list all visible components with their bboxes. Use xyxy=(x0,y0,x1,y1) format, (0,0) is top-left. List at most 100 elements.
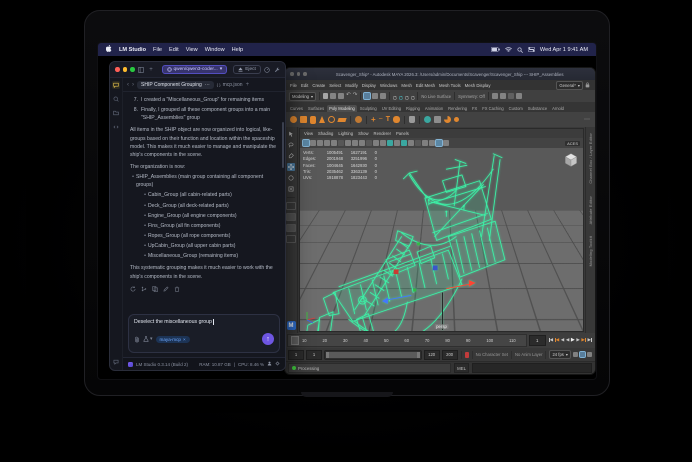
animation-preferences-icon[interactable] xyxy=(587,352,592,357)
panel-menu-item[interactable]: Lighting xyxy=(338,131,353,136)
shelf-tab[interactable]: Sculpting xyxy=(358,105,379,112)
step-forward-frame-button[interactable]: ▶ xyxy=(581,338,586,343)
smooth-shade-icon[interactable] xyxy=(359,140,365,146)
tab-mcp-json[interactable]: { } mcp.json xyxy=(217,82,243,88)
camera-attributes-icon[interactable] xyxy=(317,140,323,146)
close-window-button[interactable] xyxy=(290,72,294,76)
view-cube[interactable] xyxy=(563,152,579,173)
textured-mode-icon[interactable] xyxy=(366,140,372,146)
select-by-object-icon[interactable] xyxy=(364,93,370,99)
snap-to-curve-icon[interactable]: Ω xyxy=(399,94,403,99)
zoom-window-button[interactable] xyxy=(130,67,135,72)
poly-plane-icon[interactable] xyxy=(337,118,346,122)
minimize-window-button[interactable] xyxy=(123,67,128,72)
maya-menu-item[interactable]: Select xyxy=(329,83,341,88)
poly-cube-icon[interactable] xyxy=(300,116,307,123)
zoom-window-button[interactable] xyxy=(303,72,307,76)
tab-forward-icon[interactable]: › xyxy=(132,82,134,88)
previous-key-button[interactable]: ◀ xyxy=(561,338,565,343)
shelf-tab[interactable]: FX Caching xyxy=(480,105,505,112)
shelf-tab[interactable]: Animation xyxy=(423,105,445,112)
select-camera-icon[interactable] xyxy=(303,140,309,146)
isolate-select-icon[interactable] xyxy=(415,140,421,146)
branch-icon[interactable] xyxy=(141,286,147,292)
wifi-icon[interactable] xyxy=(505,47,512,52)
motion-blur-icon[interactable] xyxy=(394,140,400,146)
menu-bar-clock[interactable]: Wed Apr 1 9:41 AM xyxy=(540,47,588,53)
snap-to-grid-icon[interactable]: Ω xyxy=(393,94,397,99)
xray-mode-icon[interactable] xyxy=(422,140,428,146)
shelf-tab[interactable]: Substance xyxy=(526,105,549,112)
screen-space-ao-icon[interactable] xyxy=(387,140,393,146)
chat-input-card[interactable]: Deselect the miscellaneous group ▾ xyxy=(128,314,280,353)
remesh-icon[interactable] xyxy=(454,117,459,122)
send-message-button[interactable]: ↑ xyxy=(262,333,274,345)
next-key-button[interactable]: ▶ xyxy=(576,338,580,343)
side-panel-tab[interactable]: Channel Box / Layer Editor xyxy=(589,133,593,184)
shelf-tab[interactable]: UV Editing xyxy=(380,105,403,112)
panel-menu-item[interactable]: Renderer xyxy=(374,131,391,136)
shelf-tab[interactable]: Curves xyxy=(288,105,305,112)
anim-layer-selector[interactable]: No Anim Layer xyxy=(515,352,542,357)
wrench-icon[interactable] xyxy=(274,66,281,73)
shelf-tab[interactable]: FX xyxy=(470,105,479,112)
copy-icon[interactable] xyxy=(152,286,158,292)
maya-menu-item[interactable]: Mesh Display xyxy=(465,83,491,88)
layout-single-pane-button[interactable] xyxy=(286,202,296,210)
play-forwards-button[interactable]: ▶ xyxy=(571,338,575,343)
shelf-tab[interactable]: Custom xyxy=(507,105,525,112)
poly-cylinder-icon[interactable] xyxy=(310,116,316,124)
current-time-indicator[interactable] xyxy=(291,336,299,345)
apple-menu-icon[interactable] xyxy=(106,45,112,54)
snap-to-point-icon[interactable]: Ω xyxy=(405,94,409,99)
panel-menu-item[interactable]: Shading xyxy=(318,131,333,136)
new-tab-icon[interactable]: + xyxy=(246,82,250,88)
maya-menu-item[interactable]: File xyxy=(290,83,297,88)
poly-torus-icon[interactable] xyxy=(328,116,335,123)
rail-developer-icon[interactable] xyxy=(112,123,120,131)
joints-xray-icon[interactable] xyxy=(429,140,435,146)
panel-menu-item[interactable]: Panels xyxy=(396,131,409,136)
multi-cut-icon[interactable]: + xyxy=(371,116,376,124)
2d-pan-zoom-icon[interactable] xyxy=(338,140,344,146)
maya-menu-item[interactable]: Create xyxy=(312,83,325,88)
rail-docs-icon[interactable] xyxy=(112,358,120,366)
render-settings-icon[interactable] xyxy=(508,93,514,99)
menu-edit[interactable]: Edit xyxy=(169,47,179,53)
close-window-button[interactable] xyxy=(115,67,120,72)
xgen-icon[interactable] xyxy=(434,116,441,123)
auto-keyframe-icon[interactable] xyxy=(580,352,585,357)
multisample-aa-icon[interactable] xyxy=(401,140,407,146)
model-selector[interactable]: qwen/qwen3-coder... ▾ xyxy=(162,65,228,74)
curve-tool-icon[interactable]: ~ xyxy=(379,116,383,123)
animation-end-field[interactable]: 200 xyxy=(442,350,458,360)
shelf-overflow-icon[interactable]: ⋯ xyxy=(584,116,590,123)
maya-menu-item[interactable]: Mesh xyxy=(401,83,412,88)
search-icon[interactable] xyxy=(517,47,523,53)
maya-menu-item[interactable]: Modify xyxy=(345,83,358,88)
paint-select-tool-icon[interactable] xyxy=(287,152,295,160)
layout-outliner-button[interactable] xyxy=(286,235,296,243)
mcp-integration-chip[interactable]: maya-mcp × xyxy=(156,336,190,343)
lock-camera-icon[interactable] xyxy=(310,140,316,146)
rail-chat-icon[interactable] xyxy=(112,81,120,89)
scale-tool-icon[interactable] xyxy=(287,185,295,193)
rail-my-models-icon[interactable] xyxy=(112,109,120,117)
side-panel-tab[interactable]: Modeling Toolkit xyxy=(589,236,593,266)
playback-start-field[interactable]: 1 xyxy=(306,350,322,360)
sidebar-toggle-icon[interactable] xyxy=(138,66,145,73)
menu-help[interactable]: Help xyxy=(232,47,244,53)
chat-input-field[interactable]: Deselect the miscellaneous group xyxy=(134,319,274,325)
shelf-tab[interactable]: Arnold xyxy=(550,105,566,112)
lock-workspace-icon[interactable] xyxy=(585,82,590,89)
menu-window[interactable]: Window xyxy=(205,47,225,53)
tools-dropdown[interactable]: ▾ xyxy=(143,336,153,342)
eject-model-button[interactable]: Eject xyxy=(233,65,261,74)
snap-to-plane-icon[interactable]: Ω xyxy=(411,94,415,99)
gamma-icon[interactable] xyxy=(443,140,449,146)
tab-menu-icon[interactable]: ⋯ xyxy=(205,82,210,88)
booleans-icon[interactable] xyxy=(444,116,451,123)
poly-sphere-icon[interactable] xyxy=(290,116,297,123)
shelf-tab[interactable]: Rendering xyxy=(446,105,469,112)
depth-of-field-icon[interactable] xyxy=(408,140,414,146)
